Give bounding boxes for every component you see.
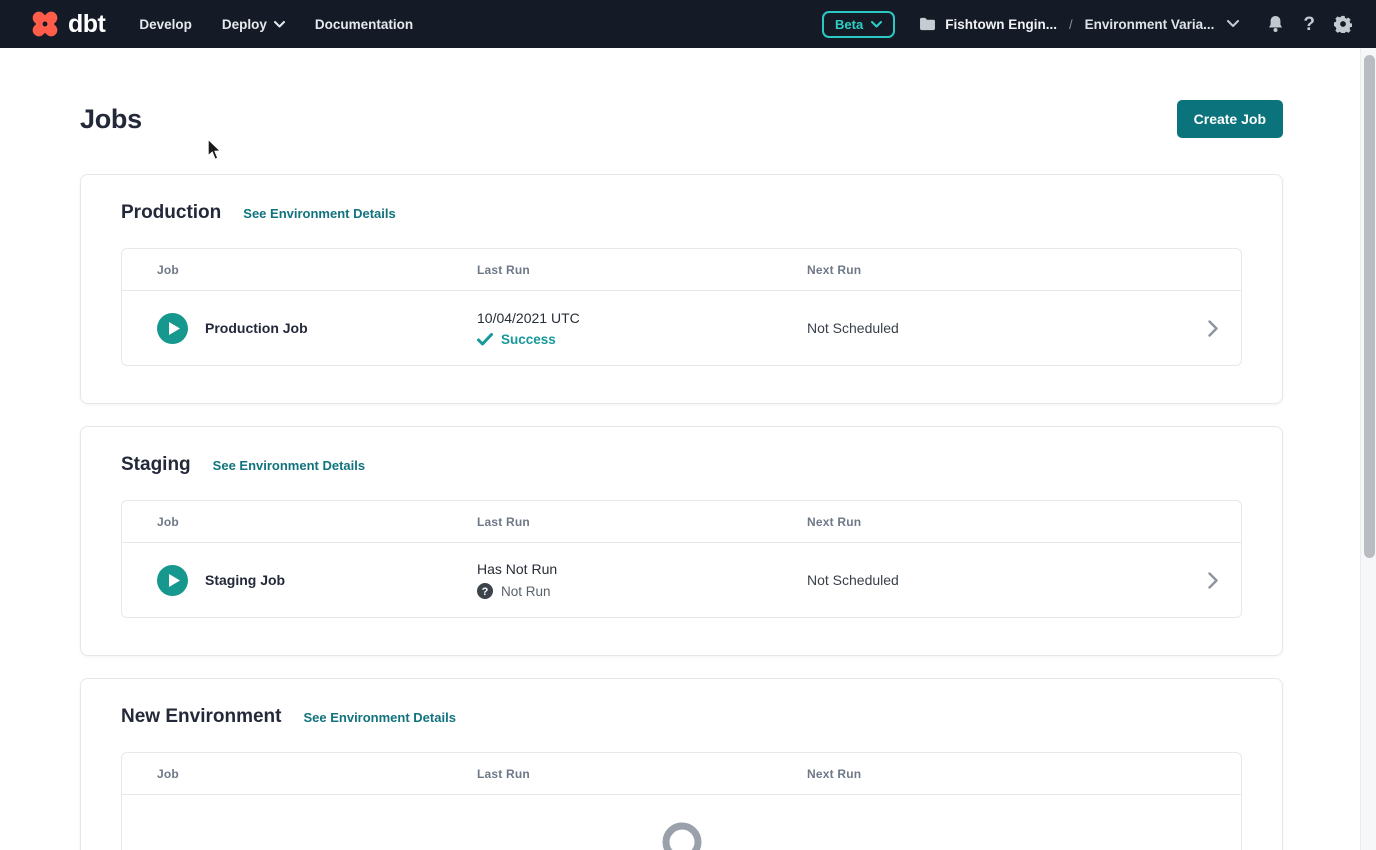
nav-item-documentation[interactable]: Documentation (315, 17, 413, 32)
breadcrumb-current-page[interactable]: Environment Varia... (1085, 17, 1215, 32)
column-header-next-run: Next Run (807, 263, 1185, 277)
chevron-right-icon[interactable] (1208, 320, 1218, 337)
status-badge: Success (501, 332, 556, 347)
top-navigation-bar: dbt Develop Deploy Documentation Beta Fi… (0, 0, 1376, 48)
chevron-right-icon[interactable] (1208, 572, 1218, 589)
table-header-row: Job Last Run Next Run (122, 753, 1241, 794)
page-title: Jobs (80, 104, 142, 135)
job-cell: Production Job (122, 313, 477, 344)
beta-dropdown-button[interactable]: Beta (822, 11, 895, 38)
jobs-table: Job Last Run Next Run Staging Job (121, 500, 1242, 618)
next-run-cell: Not Scheduled (807, 572, 1185, 588)
table-header-row: Job Last Run Next Run (122, 249, 1241, 290)
column-header-last-run: Last Run (477, 515, 807, 529)
environment-name: Staging (121, 454, 191, 476)
folder-icon (919, 17, 936, 31)
last-run-status: Success (477, 332, 807, 347)
last-run-cell: Has Not Run ? Not Run (477, 561, 807, 599)
job-cell: Staging Job (122, 565, 477, 596)
column-header-job: Job (122, 263, 477, 277)
column-header-job: Job (122, 767, 477, 781)
job-name: Production Job (205, 320, 308, 336)
nav-right-group: Beta Fishtown Engin... / Environment Var… (822, 11, 1352, 38)
jobs-table: Job Last Run Next Run (121, 752, 1242, 850)
scrollbar-thumb[interactable] (1364, 55, 1375, 558)
job-name: Staging Job (205, 572, 285, 588)
play-circle-icon[interactable] (157, 565, 188, 596)
last-run-date: Has Not Run (477, 561, 807, 577)
column-header-last-run: Last Run (477, 263, 807, 277)
environment-card-production: Production See Environment Details Job L… (80, 174, 1283, 404)
breadcrumb-separator: / (1069, 17, 1073, 32)
table-row[interactable]: Staging Job Has Not Run ? Not Run (122, 542, 1241, 617)
nav-item-deploy[interactable]: Deploy (222, 17, 285, 32)
bell-icon[interactable] (1267, 15, 1284, 33)
environment-card-new-environment: New Environment See Environment Details … (80, 678, 1283, 850)
jobs-page: Jobs Create Job Production See Environme… (0, 48, 1360, 850)
see-environment-details-link[interactable]: See Environment Details (213, 458, 365, 473)
card-header: Staging See Environment Details (121, 454, 1242, 476)
page-scrollbar[interactable] (1360, 48, 1376, 850)
svg-text:?: ? (482, 586, 489, 598)
column-header-job: Job (122, 515, 477, 529)
environment-card-staging: Staging See Environment Details Job Last… (80, 426, 1283, 656)
brand-name: dbt (68, 10, 105, 39)
table-row[interactable]: Production Job 10/04/2021 UTC Success No… (122, 290, 1241, 365)
nav-utility-icons: ? (1267, 15, 1352, 34)
environment-name: New Environment (121, 706, 281, 728)
row-chevron-cell (1185, 572, 1241, 589)
last-run-status: ? Not Run (477, 583, 807, 599)
dbt-brand[interactable]: dbt (28, 7, 105, 41)
column-header-next-run: Next Run (807, 515, 1185, 529)
last-run-cell: 10/04/2021 UTC Success (477, 310, 807, 347)
breadcrumb[interactable]: Fishtown Engin... / Environment Varia... (919, 17, 1239, 32)
nav-item-develop[interactable]: Develop (139, 17, 192, 32)
chevron-down-icon (1227, 20, 1239, 28)
dbt-logo-icon (28, 7, 62, 41)
empty-jobs-placeholder (122, 794, 1241, 850)
play-circle-icon[interactable] (157, 313, 188, 344)
page-header: Jobs Create Job (80, 100, 1283, 138)
column-header-last-run: Last Run (477, 767, 807, 781)
card-header: Production See Environment Details (121, 202, 1242, 224)
ring-icon (659, 817, 705, 850)
question-circle-icon: ? (477, 583, 493, 599)
table-header-row: Job Last Run Next Run (122, 501, 1241, 542)
check-icon (477, 333, 493, 346)
chevron-down-icon (274, 21, 285, 28)
card-header: New Environment See Environment Details (121, 706, 1242, 728)
column-header-next-run: Next Run (807, 767, 1185, 781)
gear-icon[interactable] (1334, 15, 1352, 33)
environment-name: Production (121, 202, 221, 224)
see-environment-details-link[interactable]: See Environment Details (303, 710, 455, 725)
question-mark-icon[interactable]: ? (1303, 15, 1315, 34)
breadcrumb-account[interactable]: Fishtown Engin... (945, 17, 1057, 32)
row-chevron-cell (1185, 320, 1241, 337)
next-run-cell: Not Scheduled (807, 320, 1185, 336)
create-job-button[interactable]: Create Job (1177, 100, 1283, 138)
jobs-table: Job Last Run Next Run Production Job (121, 248, 1242, 366)
primary-nav: Develop Deploy Documentation (139, 17, 413, 32)
environment-cards: Production See Environment Details Job L… (80, 174, 1283, 850)
see-environment-details-link[interactable]: See Environment Details (243, 206, 395, 221)
last-run-date: 10/04/2021 UTC (477, 310, 807, 326)
status-badge: Not Run (501, 584, 551, 599)
chevron-down-icon (871, 21, 882, 28)
